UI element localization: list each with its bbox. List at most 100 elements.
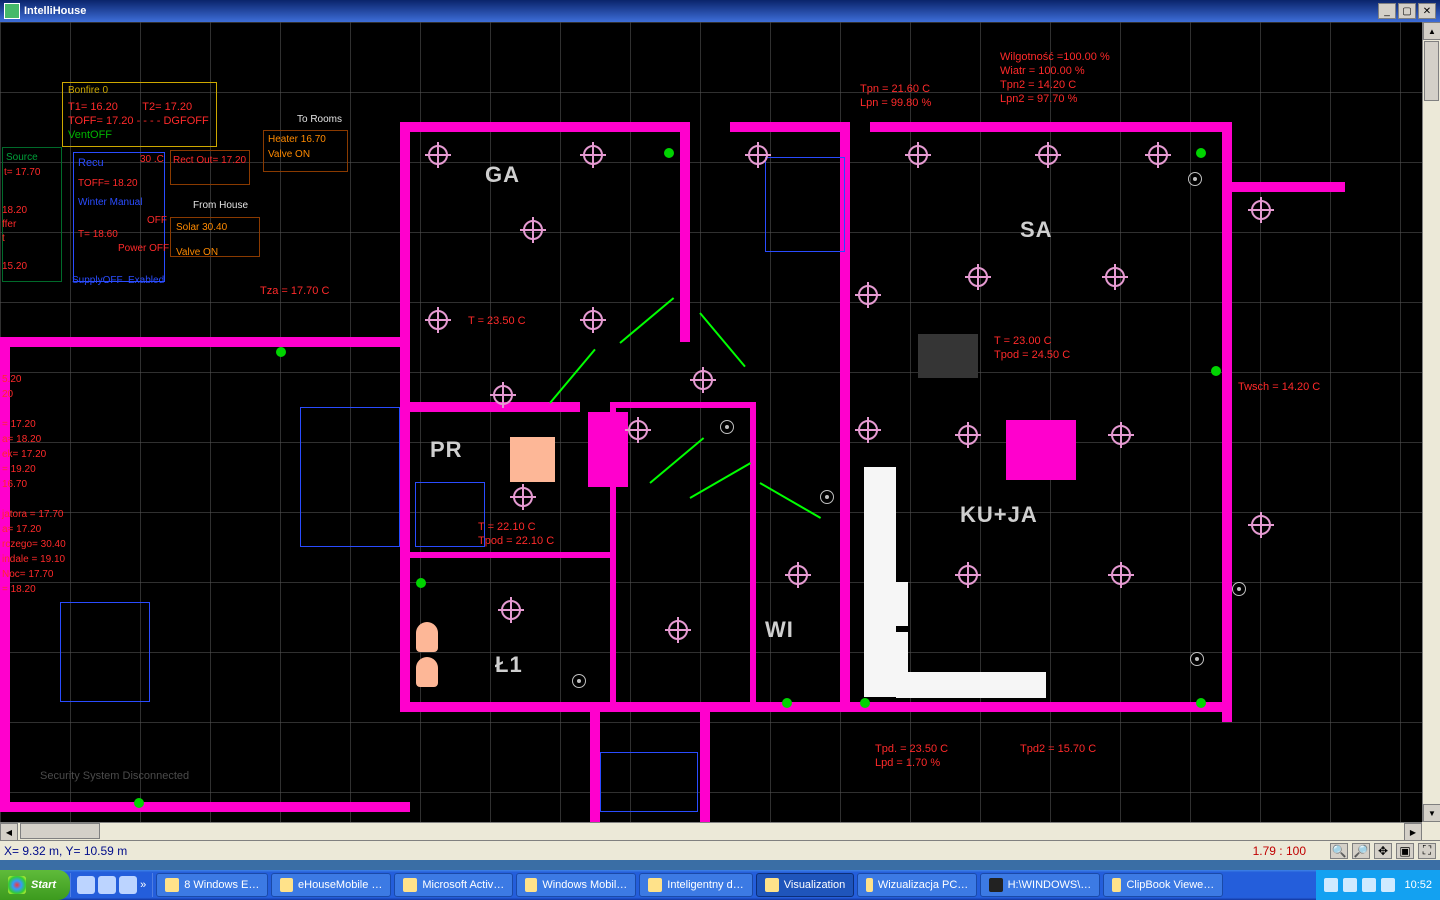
- light-icon[interactable]: [855, 282, 881, 308]
- source-title: Source: [6, 152, 38, 163]
- door: [619, 297, 674, 344]
- light-icon[interactable]: [965, 264, 991, 290]
- start-button[interactable]: Start: [0, 870, 70, 900]
- heater-title: Heater 16.70: [268, 134, 326, 146]
- scroll-thumb[interactable]: [1424, 41, 1439, 101]
- sensor-icon: [820, 490, 834, 504]
- bonfire-title: Bonfire 0: [68, 85, 108, 97]
- ql-app-icon[interactable]: [119, 876, 137, 894]
- floorplan-canvas[interactable]: GA SA PR Ł1 WI KU+JA Wilgotność =100.00 …: [0, 22, 1422, 822]
- start-label: Start: [31, 879, 56, 891]
- toilet-icon: [416, 657, 438, 687]
- tool-pan-icon[interactable]: ✥: [1374, 843, 1392, 859]
- taskbar-item[interactable]: Wizualizacja PC…: [857, 873, 977, 897]
- app-icon: [648, 878, 662, 892]
- light-icon[interactable]: [1108, 562, 1134, 588]
- tool-zoom-out-icon[interactable]: 🔎: [1352, 843, 1370, 859]
- taskbar-item[interactable]: Inteligentny d…: [639, 873, 752, 897]
- taskbar-item[interactable]: Microsoft Activ…: [394, 873, 513, 897]
- t-ga: T = 23.50 C: [468, 314, 526, 328]
- tool-fit-icon[interactable]: ▣: [1396, 843, 1414, 859]
- light-icon[interactable]: [1248, 512, 1274, 538]
- light-icon[interactable]: [1145, 142, 1171, 168]
- minimize-button[interactable]: _: [1378, 3, 1396, 19]
- misc-left2: 5.2020= 17.20 a= 18.20ek= 17.20= 19.2016…: [2, 372, 66, 597]
- door: [549, 349, 596, 404]
- wall: [840, 702, 1230, 712]
- light-icon[interactable]: [425, 142, 451, 168]
- tray-icon[interactable]: [1324, 878, 1338, 892]
- clock[interactable]: 10:52: [1400, 879, 1432, 891]
- solar-valve: Valve ON: [176, 247, 218, 259]
- scroll-up-icon[interactable]: ▲: [1423, 22, 1440, 40]
- light-icon[interactable]: [1108, 422, 1134, 448]
- stairs: [600, 752, 698, 812]
- twsch: Twsch = 14.20 C: [1238, 380, 1320, 394]
- wall: [0, 337, 10, 807]
- close-button[interactable]: ✕: [1418, 3, 1436, 19]
- light-icon[interactable]: [1248, 197, 1274, 223]
- coords-readout: X= 9.32 m, Y= 10.59 m: [4, 844, 1253, 858]
- wall: [0, 337, 410, 347]
- app-icon: [525, 878, 537, 892]
- light-icon[interactable]: [580, 142, 606, 168]
- light-icon[interactable]: [625, 417, 651, 443]
- scroll-right-icon[interactable]: ▶: [1404, 823, 1422, 841]
- fixture: [510, 437, 555, 482]
- light-icon[interactable]: [520, 217, 546, 243]
- scroll-thumb[interactable]: [20, 823, 100, 839]
- light-icon[interactable]: [1035, 142, 1061, 168]
- light-icon[interactable]: [490, 382, 516, 408]
- scroll-left-icon[interactable]: ◀: [0, 823, 18, 841]
- tray-icon[interactable]: [1362, 878, 1376, 892]
- tool-zoom-in-icon[interactable]: 🔍: [1330, 843, 1348, 859]
- light-icon[interactable]: [1102, 264, 1128, 290]
- light-icon[interactable]: [745, 142, 771, 168]
- stairs: [300, 407, 400, 547]
- content-frame: GA SA PR Ł1 WI KU+JA Wilgotność =100.00 …: [0, 22, 1440, 860]
- blue-box: [60, 602, 150, 702]
- security-status: Security System Disconnected: [40, 770, 189, 782]
- taskbar-item-active[interactable]: Visualization: [756, 873, 855, 897]
- app-icon: [280, 878, 293, 892]
- wall: [400, 552, 615, 558]
- ql-overflow-icon[interactable]: »: [140, 879, 146, 891]
- light-icon[interactable]: [785, 562, 811, 588]
- horizontal-scrollbar[interactable]: ◀ ▶: [0, 822, 1422, 840]
- sensor-dot: [1211, 366, 1221, 376]
- taskbar-item[interactable]: Windows Mobil…: [516, 873, 636, 897]
- light-icon[interactable]: [690, 367, 716, 393]
- title-bar: IntelliHouse _ ▢ ✕: [0, 0, 1440, 22]
- vertical-scrollbar[interactable]: ▲ ▼: [1422, 22, 1440, 822]
- tool-fullscreen-icon[interactable]: ⛶: [1418, 843, 1436, 859]
- counter: [896, 672, 1046, 698]
- taskbar-item[interactable]: ClipBook Viewe…: [1103, 873, 1223, 897]
- stairs: [765, 157, 845, 252]
- tray-icon[interactable]: [1381, 878, 1395, 892]
- wall: [400, 702, 840, 712]
- taskbar-item[interactable]: H:\WINDOWS\…: [980, 873, 1100, 897]
- maximize-button[interactable]: ▢: [1398, 3, 1416, 19]
- ql-ie-icon[interactable]: [77, 876, 95, 894]
- wall: [700, 712, 710, 822]
- light-icon[interactable]: [498, 597, 524, 623]
- light-icon[interactable]: [955, 422, 981, 448]
- room-label-wi: WI: [765, 617, 794, 643]
- light-icon[interactable]: [665, 617, 691, 643]
- ql-desktop-icon[interactable]: [98, 876, 116, 894]
- room-label-ga: GA: [485, 162, 520, 188]
- light-icon[interactable]: [955, 562, 981, 588]
- scroll-down-icon[interactable]: ▼: [1423, 804, 1440, 822]
- light-icon[interactable]: [855, 417, 881, 443]
- tray-icon[interactable]: [1343, 878, 1357, 892]
- light-icon[interactable]: [905, 142, 931, 168]
- taskbar-item[interactable]: eHouseMobile …: [271, 873, 391, 897]
- light-icon[interactable]: [425, 307, 451, 333]
- taskbar-item[interactable]: 8 Windows E…: [156, 873, 268, 897]
- recu-mode: Winter Manual: [78, 197, 142, 208]
- app-icon: [765, 878, 779, 892]
- light-icon[interactable]: [580, 307, 606, 333]
- recu-sup: SupplyOFF: [72, 275, 123, 286]
- object: [918, 334, 978, 378]
- light-icon[interactable]: [510, 484, 536, 510]
